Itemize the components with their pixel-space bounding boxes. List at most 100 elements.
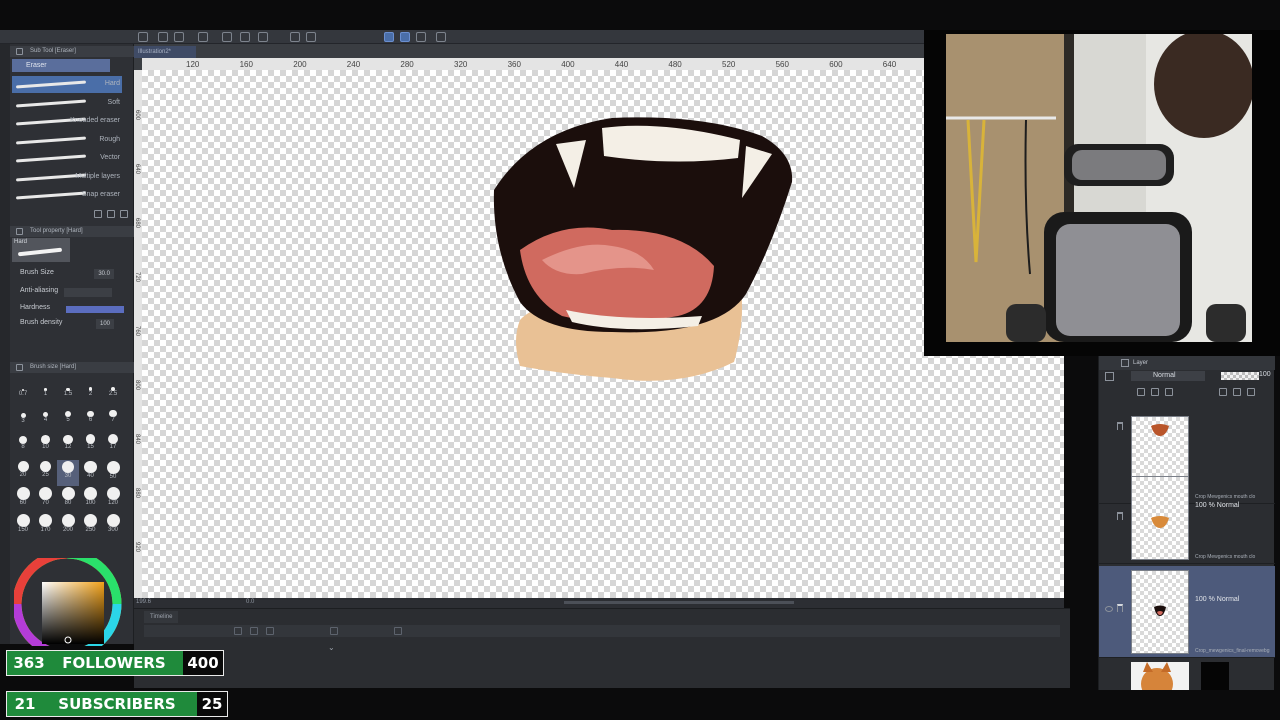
blend-mode-select[interactable]: Normal bbox=[1131, 371, 1205, 381]
forward-icon[interactable] bbox=[266, 627, 274, 635]
brush-size-cell[interactable]: 300 bbox=[102, 513, 124, 539]
opacity-slider[interactable] bbox=[1221, 372, 1259, 380]
brush-size-cell[interactable]: 1.5 bbox=[57, 380, 79, 406]
brush-size-cell[interactable]: 150 bbox=[12, 513, 34, 539]
open-file-icon[interactable] bbox=[158, 32, 168, 42]
brush-size-row[interactable]: Brush Size 30.0 bbox=[20, 269, 124, 281]
brush-size-cell[interactable]: 2.5 bbox=[102, 380, 124, 406]
brush-size-cell[interactable]: 200 bbox=[57, 513, 79, 539]
brush-size-cell[interactable]: 2 bbox=[80, 380, 102, 406]
brush-size-dot bbox=[41, 435, 50, 444]
brush-size-label: 10 bbox=[42, 443, 49, 450]
sub-tool-header[interactable]: Sub Tool [Eraser] bbox=[10, 46, 134, 57]
tool-property-header[interactable]: Tool property [Hard] bbox=[10, 226, 134, 237]
brush-item[interactable]: Rough bbox=[12, 132, 122, 149]
brush-size-cell[interactable]: 170 bbox=[35, 513, 57, 539]
brush-size-cell[interactable]: 50 bbox=[102, 460, 124, 486]
new-file-icon[interactable] bbox=[138, 32, 148, 42]
brush-size-cell[interactable]: 40 bbox=[80, 460, 102, 486]
redo-icon[interactable] bbox=[240, 32, 250, 42]
sub-tool-group-tab[interactable]: Eraser bbox=[12, 59, 110, 72]
snap-special-icon[interactable] bbox=[416, 32, 426, 42]
layer-row-selected[interactable]: 100 % Normal Crop_mewgenics_final-remove… bbox=[1099, 566, 1275, 658]
brush-density-value[interactable]: 100 bbox=[95, 319, 114, 329]
undo-icon[interactable] bbox=[222, 32, 232, 42]
brush-density-row[interactable]: Brush density 100 bbox=[20, 319, 124, 331]
clip-layer-icon[interactable] bbox=[1137, 388, 1145, 396]
lock-layer-icon[interactable] bbox=[1165, 388, 1173, 396]
brush-size-cell[interactable]: 5 bbox=[57, 407, 79, 433]
hardness-slider[interactable] bbox=[66, 306, 124, 313]
brush-size-dot bbox=[84, 487, 97, 500]
brush-size-label: 6 bbox=[88, 417, 93, 424]
color-wheel-svg[interactable] bbox=[14, 558, 130, 646]
brush-item[interactable]: Soft bbox=[12, 95, 122, 112]
brush-size-cell[interactable]: 10 bbox=[35, 433, 57, 459]
new-folder-icon[interactable] bbox=[1233, 388, 1241, 396]
brush-size-dot bbox=[109, 410, 117, 418]
rewind-icon[interactable] bbox=[234, 627, 242, 635]
zoom-value[interactable]: 199.6 bbox=[136, 599, 151, 605]
brush-size-cell[interactable]: 3 bbox=[12, 407, 34, 433]
brush-size-cell[interactable]: 80 bbox=[57, 486, 79, 512]
brush-size-cell[interactable]: 25 bbox=[35, 460, 57, 486]
brush-size-label: 150 bbox=[17, 526, 28, 533]
eye-icon[interactable] bbox=[1105, 606, 1113, 612]
brush-size-cell[interactable]: 0.7 bbox=[12, 380, 34, 406]
snap-grid-icon[interactable] bbox=[400, 32, 410, 42]
document-tab[interactable]: Illustration2* bbox=[134, 46, 196, 58]
select-icon[interactable] bbox=[306, 32, 316, 42]
color-wheel[interactable] bbox=[12, 556, 130, 648]
brush-size-cell[interactable]: 7 bbox=[102, 407, 124, 433]
rotation-value[interactable]: 0.0 bbox=[246, 599, 254, 605]
brush-size-cell[interactable]: 15 bbox=[80, 433, 102, 459]
brush-size-label: 1 bbox=[43, 390, 48, 397]
fill-icon[interactable] bbox=[290, 32, 300, 42]
new-layer-icon[interactable] bbox=[1219, 388, 1227, 396]
brush-item[interactable]: Snap eraser bbox=[12, 187, 122, 204]
brush-size-cell[interactable]: 100 bbox=[80, 486, 102, 512]
snap-ruler-icon[interactable] bbox=[384, 32, 394, 42]
brush-size-cell[interactable]: 20 bbox=[12, 460, 34, 486]
brush-size-cell[interactable]: 250 bbox=[80, 513, 102, 539]
brush-item[interactable]: Vector bbox=[12, 150, 122, 167]
add-subtool-icon[interactable] bbox=[107, 210, 115, 218]
brush-size-header[interactable]: Brush size [Hard] bbox=[10, 362, 134, 373]
export-icon[interactable] bbox=[198, 32, 208, 42]
opacity-value[interactable]: 100 bbox=[1259, 371, 1271, 378]
brush-size-cell[interactable]: 1 bbox=[35, 380, 57, 406]
brush-size-cell[interactable]: 6 bbox=[80, 407, 102, 433]
settings-icon[interactable] bbox=[258, 32, 268, 42]
timeline-header[interactable]: Timeline bbox=[144, 611, 179, 623]
brush-size-cell[interactable]: 70 bbox=[35, 486, 57, 512]
copy-subtool-icon[interactable] bbox=[94, 210, 102, 218]
layer-settings-icon[interactable] bbox=[1105, 372, 1114, 381]
hardness-row[interactable]: Hardness bbox=[20, 304, 124, 316]
new-frame-icon[interactable] bbox=[394, 627, 402, 635]
brush-item[interactable]: Kneaded eraser bbox=[12, 113, 122, 130]
play-icon[interactable] bbox=[250, 627, 258, 635]
layer-tab[interactable]: Layer bbox=[1133, 356, 1148, 370]
layer-row-partial[interactable] bbox=[1131, 662, 1189, 690]
brush-size-cell[interactable]: 12 bbox=[57, 433, 79, 459]
brush-size-cell[interactable]: 17 bbox=[102, 433, 124, 459]
delete-layer-icon[interactable] bbox=[1247, 388, 1255, 396]
brush-size-cell[interactable]: 4 bbox=[35, 407, 57, 433]
brush-size-cell[interactable]: 60 bbox=[12, 486, 34, 512]
brush-item[interactable]: Multiple layers bbox=[12, 169, 122, 186]
timeline-dropdown-icon[interactable]: ⌄ bbox=[328, 643, 335, 652]
delete-subtool-icon[interactable] bbox=[120, 210, 128, 218]
onion-skin-icon[interactable] bbox=[330, 627, 338, 635]
anti-aliasing-row[interactable]: Anti-aliasing bbox=[20, 287, 124, 299]
brush-size-cell[interactable]: 30 bbox=[57, 459, 79, 486]
layer-row[interactable]: 100 % Normal Crop Mewgenics mouth clo bbox=[1099, 472, 1275, 564]
canvas-scrollbar[interactable] bbox=[564, 601, 794, 604]
brush-size-cell[interactable]: 120 bbox=[102, 486, 124, 512]
save-icon[interactable] bbox=[174, 32, 184, 42]
brush-size-cell[interactable]: 8 bbox=[12, 433, 34, 459]
lock-transparency-icon[interactable] bbox=[1151, 388, 1159, 396]
brush-item[interactable]: Hard bbox=[12, 76, 122, 93]
brush-size-value[interactable]: 30.0 bbox=[94, 269, 114, 279]
anti-aliasing-options[interactable] bbox=[64, 288, 112, 297]
help-icon[interactable] bbox=[436, 32, 446, 42]
